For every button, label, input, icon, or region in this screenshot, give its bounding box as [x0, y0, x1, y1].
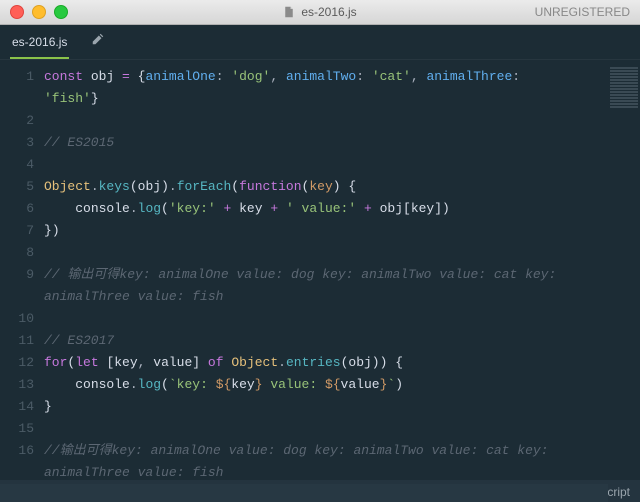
minimize-window-icon[interactable]: [32, 5, 46, 19]
line-number: [0, 88, 34, 110]
line-number: 14: [0, 396, 34, 418]
minimap[interactable]: [608, 60, 640, 480]
line-gutter: 1 2 3 4 5 6 7 8 9 10 11 12 13 14 15 16 1…: [0, 60, 44, 480]
window-controls: [10, 5, 68, 19]
close-window-icon[interactable]: [10, 5, 24, 19]
file-icon: [283, 6, 295, 18]
tab-bar: es-2016.js: [0, 25, 640, 60]
code-area[interactable]: const obj = {animalOne: 'dog', animalTwo…: [44, 60, 608, 480]
line-number: 12: [0, 352, 34, 374]
line-number: 2: [0, 110, 34, 132]
line-number: 4: [0, 154, 34, 176]
tab-dirty-icon[interactable]: [89, 24, 107, 59]
editor-body: 1 2 3 4 5 6 7 8 9 10 11 12 13 14 15 16 1…: [0, 60, 640, 480]
line-number: 6: [0, 198, 34, 220]
title-bar: es-2016.js UNREGISTERED: [0, 0, 640, 25]
line-number: [0, 286, 34, 308]
current-line: [0, 484, 608, 502]
zoom-window-icon[interactable]: [54, 5, 68, 19]
line-number: 8: [0, 242, 34, 264]
line-number: 1: [0, 66, 34, 88]
line-number: 10: [0, 308, 34, 330]
line-number: 11: [0, 330, 34, 352]
title-text: es-2016.js: [301, 5, 356, 19]
tab-active[interactable]: es-2016.js: [10, 27, 69, 59]
line-number: 9: [0, 264, 34, 286]
line-number: [0, 462, 34, 484]
line-number: 3: [0, 132, 34, 154]
line-number: 16: [0, 440, 34, 462]
registration-status: UNREGISTERED: [535, 5, 630, 19]
line-number: 15: [0, 418, 34, 440]
line-number: 7: [0, 220, 34, 242]
line-number: 5: [0, 176, 34, 198]
line-number: 13: [0, 374, 34, 396]
pencil-icon: [91, 32, 105, 46]
